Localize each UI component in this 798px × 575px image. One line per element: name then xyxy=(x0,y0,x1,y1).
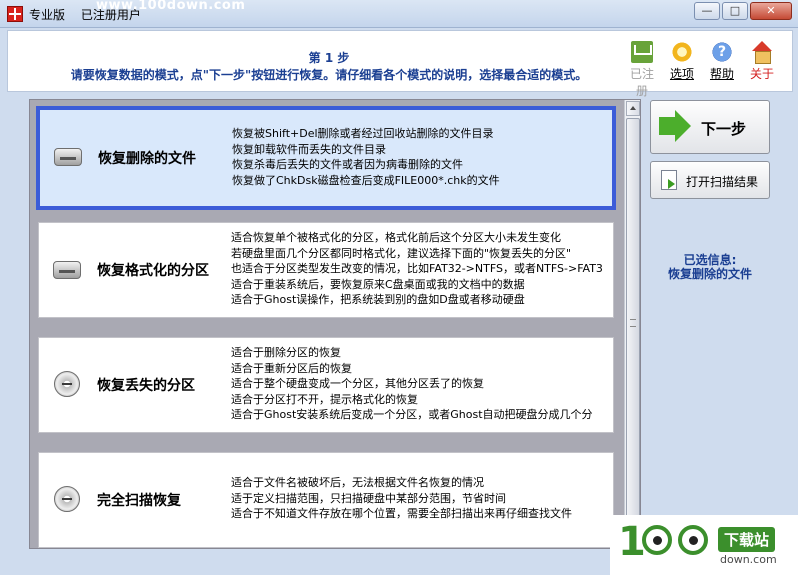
mode-recover-deleted[interactable]: 恢复删除的文件 恢复被Shift+Del删除或者经过回收站删除的文件目录 恢复卸… xyxy=(36,106,616,210)
scroll-up-arrow-icon[interactable] xyxy=(626,101,640,116)
desc-line: 恢复卸载软件而丢失的文件目录 xyxy=(232,142,386,156)
desc-line: 适合于文件名被破坏后，无法根据文件名恢复的情况 xyxy=(231,476,484,489)
desc-line: 也适合于分区类型发生改变的情况，比如FAT32->NTFS，或者NTFS->FA… xyxy=(231,262,603,275)
open-scan-results-label: 打开扫描结果 xyxy=(686,175,759,189)
desc-line: 适合于分区打不开，提示格式化的恢复 xyxy=(231,392,418,406)
mode-description: 适合恢复单个被格式化的分区，格式化前后这个分区大小未发生变化 若硬盘里面几个分区… xyxy=(231,230,615,308)
desc-line: 适合于整个硬盘变成一个分区，其他分区丢了的恢复 xyxy=(231,377,484,390)
desc-line: 适于定义扫描范围，只扫描硬盘中某部分范围，节省时间 xyxy=(231,491,506,505)
next-step-button[interactable]: 下一步 xyxy=(650,100,770,154)
desc-line: 适合恢复单个被格式化的分区，格式化前后这个分区大小未发生变化 xyxy=(231,231,561,244)
step-instruction: 请要恢复数据的模式，点"下一步"按钮进行恢复。请仔细看各个模式的说明，选择最合适… xyxy=(70,68,588,82)
registered-button: 已注册 xyxy=(625,41,659,99)
desc-line: 恢复杀毒后丢失的文件或者因为病毒删除的文件 xyxy=(232,158,463,171)
desc-line: 适合于重新分区后的恢复 xyxy=(231,361,352,375)
about-label: 关于 xyxy=(749,67,774,81)
toolbar: 已注册 选项 ? 帮助 关于 xyxy=(625,41,779,99)
vertical-scrollbar[interactable] xyxy=(624,100,640,548)
mode-description: 适合于文件名被破坏后，无法根据文件名恢复的情况 适于定义扫描范围，只扫描硬盘中某… xyxy=(231,475,615,522)
home-icon xyxy=(751,41,773,64)
title-bar: 专业版 已注册用户 www.100down.com — □ ✕ xyxy=(0,0,798,28)
close-button[interactable]: ✕ xyxy=(750,2,792,20)
logo-eye-icon xyxy=(678,525,708,555)
mode-title: 恢复丢失的分区 xyxy=(97,378,195,394)
open-file-icon xyxy=(661,170,677,190)
app-icon xyxy=(7,6,23,22)
mode-list: 恢复删除的文件 恢复被Shift+Del删除或者经过回收站删除的文件目录 恢复卸… xyxy=(29,99,641,549)
mode-description: 恢复被Shift+Del删除或者经过回收站删除的文件目录 恢复卸载软件而丢失的文… xyxy=(232,126,616,188)
hard-disk-icon xyxy=(53,261,81,279)
disk-scan-icon xyxy=(54,486,80,512)
help-label: 帮助 xyxy=(709,67,734,81)
next-step-label: 下一步 xyxy=(701,120,747,138)
logo-digit: 1 xyxy=(618,519,646,565)
minimize-button[interactable]: — xyxy=(694,2,720,20)
desc-line: 适合于重装系统后，要恢复原来C盘桌面或我的文档中的数据 xyxy=(231,277,525,291)
options-button[interactable]: 选项 xyxy=(665,41,699,99)
help-icon: ? xyxy=(711,41,733,63)
desc-line: 适合于Ghost误操作，把系统装到别的盘如D盘或者移动硬盘 xyxy=(231,293,525,306)
mode-description: 适合于删除分区的恢复 适合于重新分区后的恢复 适合于整个硬盘变成一个分区，其他分… xyxy=(231,345,615,423)
logo-url: down.com xyxy=(720,553,777,566)
about-button[interactable]: 关于 xyxy=(745,41,779,99)
mode-title: 完全扫描恢复 xyxy=(97,493,181,509)
gear-icon xyxy=(671,41,693,63)
open-scan-results-button[interactable]: 打开扫描结果 xyxy=(650,161,770,199)
step-header: 第 1 步 请要恢复数据的模式，点"下一步"按钮进行恢复。请仔细看各个模式的说明… xyxy=(7,30,793,98)
logo-text: 下载站 xyxy=(718,527,776,552)
hard-disk-icon xyxy=(54,148,82,166)
desc-line: 恢复被Shift+Del删除或者经过回收站删除的文件目录 xyxy=(232,127,494,140)
site-watermark: www.100down.com xyxy=(96,0,246,13)
desc-line: 适合于删除分区的恢复 xyxy=(231,346,341,359)
cart-icon xyxy=(631,41,653,63)
registered-label: 已注册 xyxy=(629,67,654,98)
help-button[interactable]: ? 帮助 xyxy=(705,41,739,99)
options-label: 选项 xyxy=(669,67,694,81)
scroll-thumb[interactable] xyxy=(626,118,640,528)
mode-recover-lost-partition[interactable]: 恢复丢失的分区 适合于删除分区的恢复 适合于重新分区后的恢复 适合于整个硬盘变成… xyxy=(38,337,614,433)
mode-title: 恢复删除的文件 xyxy=(98,151,196,167)
site-logo: 1 下载站 down.com xyxy=(610,515,798,575)
maximize-button[interactable]: □ xyxy=(722,2,748,20)
desc-line: 适合于Ghost安装系统后变成一个分区，或者Ghost自动把硬盘分成几个分 xyxy=(231,408,593,421)
edition-label: 专业版 xyxy=(29,8,66,22)
disk-scan-icon xyxy=(54,371,80,397)
arrow-right-icon xyxy=(659,110,691,142)
mode-title: 恢复格式化的分区 xyxy=(97,263,209,279)
logo-eye-icon xyxy=(642,525,672,555)
mode-full-scan[interactable]: 完全扫描恢复 适合于文件名被破坏后，无法根据文件名恢复的情况 适于定义扫描范围，… xyxy=(38,452,614,548)
desc-line: 若硬盘里面几个分区都同时格式化，建议选择下面的"恢复丢失的分区" xyxy=(231,246,572,260)
desc-line: 恢复做了ChkDsk磁盘检查后变成FILE000*.chk的文件 xyxy=(232,173,500,187)
mode-recover-formatted[interactable]: 恢复格式化的分区 适合恢复单个被格式化的分区，格式化前后这个分区大小未发生变化 … xyxy=(38,222,614,318)
step-number: 第 1 步 xyxy=(308,51,350,65)
selected-info-value: 恢复删除的文件 xyxy=(667,267,752,281)
desc-line: 适合于不知道文件存放在哪个位置，需要全部扫描出来再仔细查找文件 xyxy=(231,507,572,520)
